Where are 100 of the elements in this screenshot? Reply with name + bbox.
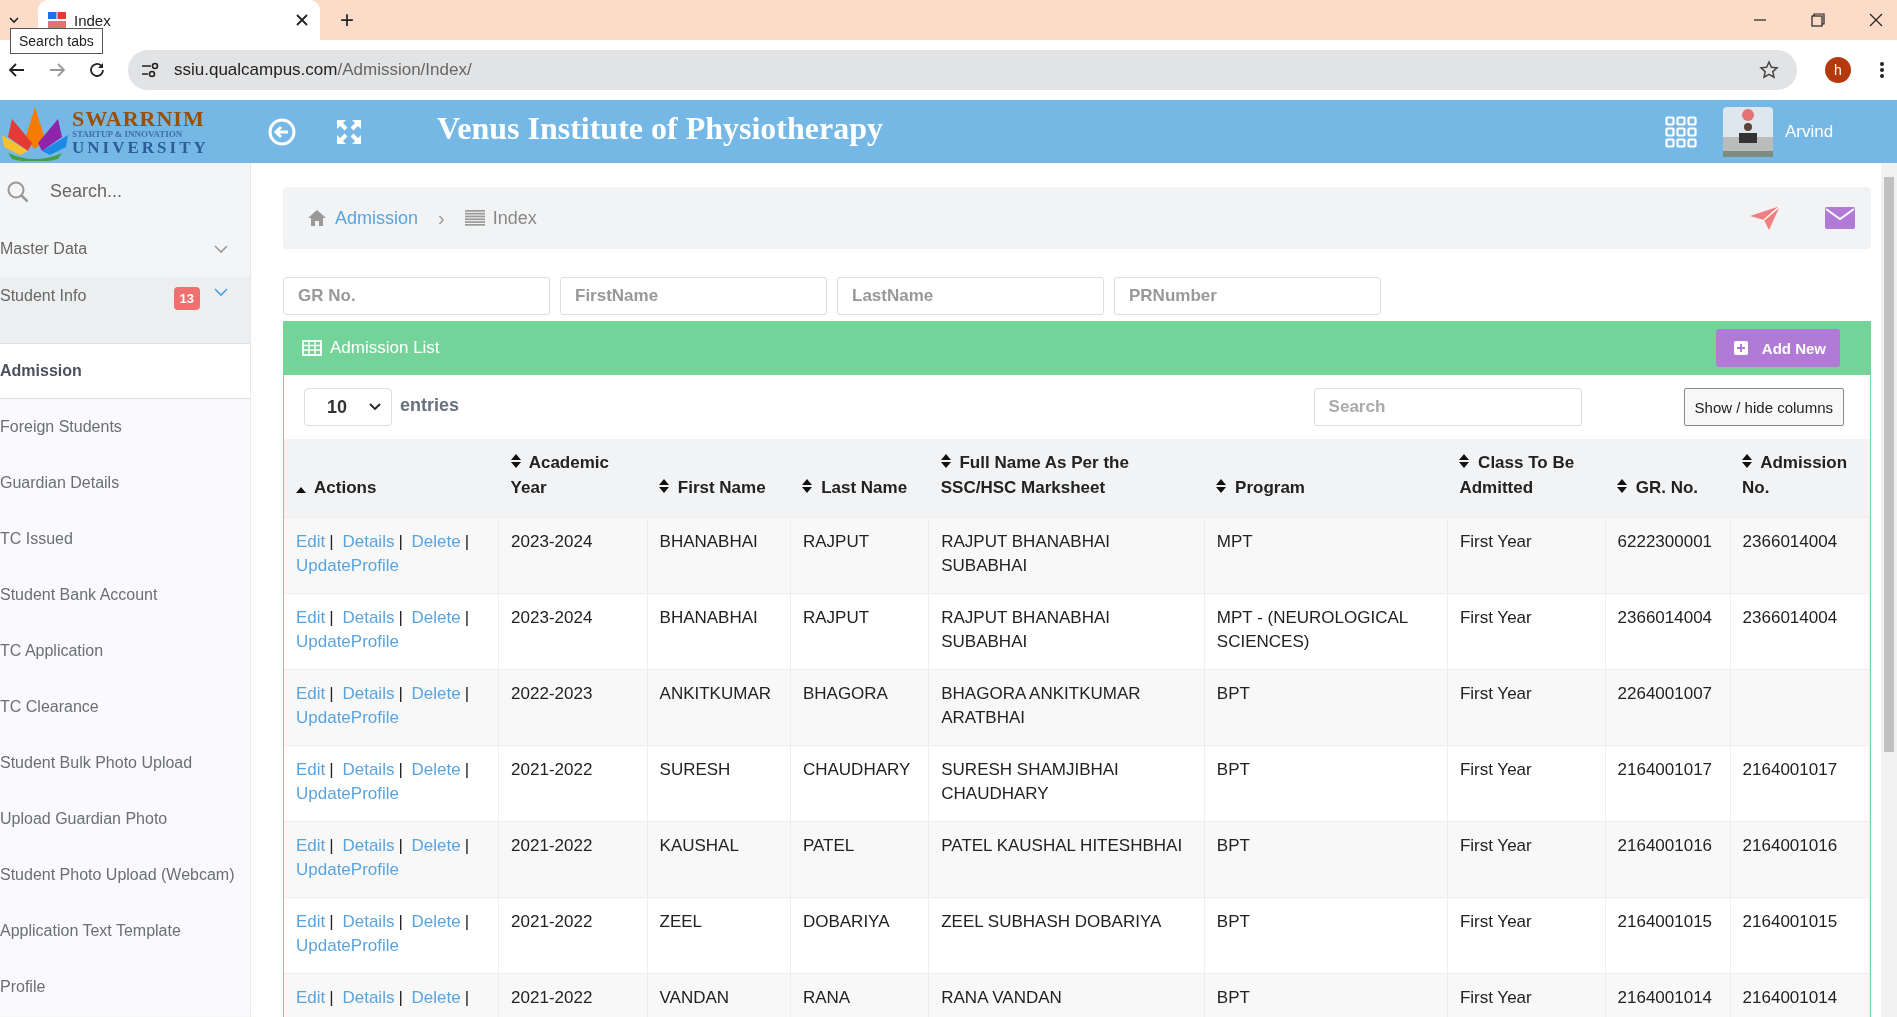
sidebar-item[interactable]: Upload Guardian Photo <box>0 791 250 847</box>
sidebar-item[interactable]: Application Text Template <box>0 903 250 959</box>
link-separator: | <box>329 607 334 627</box>
action-link[interactable]: UpdateProfile <box>296 556 399 576</box>
column-header[interactable]: Last Name <box>790 439 929 517</box>
column-header[interactable]: Program <box>1204 439 1448 517</box>
sidebar-group[interactable]: Student Info 13 <box>0 277 250 344</box>
breadcrumb-link[interactable]: Admission <box>335 207 419 229</box>
action-link[interactable]: Edit <box>296 987 326 1007</box>
bookmark-star-icon[interactable] <box>1759 60 1779 80</box>
table-cell: RAJPUT <box>802 531 870 551</box>
table-cell: 2264001007 <box>1617 683 1713 703</box>
action-link[interactable]: Details <box>342 759 395 779</box>
link-separator: | <box>329 835 334 855</box>
table-cell: 2022-2023 <box>511 683 593 703</box>
favicon-icon <box>48 12 66 28</box>
close-icon[interactable] <box>296 14 308 26</box>
reload-icon[interactable] <box>88 61 106 79</box>
add-new-button[interactable]: Add New <box>1715 329 1840 367</box>
panel-title: Admission List <box>330 338 440 358</box>
column-header[interactable]: Class To Be Admitted <box>1447 439 1605 517</box>
table-cell: 2164001015 <box>1742 911 1838 931</box>
sidebar-item[interactable]: Student Photo Upload (Webcam) <box>0 847 250 903</box>
site-settings-icon[interactable] <box>140 61 160 79</box>
column-header[interactable]: Actions <box>284 439 499 517</box>
search-icon <box>6 179 30 204</box>
action-link[interactable]: Edit <box>296 607 326 627</box>
column-header[interactable]: First Name <box>647 439 791 517</box>
action-link[interactable]: Delete <box>411 683 461 703</box>
action-link[interactable]: UpdateProfile <box>296 784 399 804</box>
sidebar-item[interactable]: TC Issued <box>0 511 250 567</box>
entries-label: entries <box>400 394 460 416</box>
sidebar-item[interactable]: Student Bulk Photo Upload <box>0 735 250 791</box>
action-link[interactable]: Delete <box>411 531 461 551</box>
table-cell: RAJPUT BHANABHAI SUBABHAI <box>941 607 1110 652</box>
table-cell: PATEL KAUSHAL HITESHBHAI <box>941 835 1183 855</box>
action-link[interactable]: Delete <box>411 607 461 627</box>
action-link[interactable]: Edit <box>296 911 326 931</box>
chevron-down-icon <box>8 14 20 26</box>
action-link[interactable]: Details <box>342 911 395 931</box>
table-cell: First Year <box>1459 759 1532 779</box>
table-cell: First Year <box>1459 607 1532 627</box>
action-link[interactable]: UpdateProfile <box>296 632 399 652</box>
table-cell: BPT <box>1216 683 1250 703</box>
action-link[interactable]: Details <box>342 835 395 855</box>
count-badge: 13 <box>173 287 200 310</box>
close-icon[interactable] <box>1869 13 1883 27</box>
new-tab-button[interactable]: + <box>340 6 354 34</box>
sidebar-search-field[interactable]: Search... <box>48 180 232 203</box>
mail-icon[interactable] <box>1825 207 1855 229</box>
column-header[interactable]: Full Name As Per the SSC/HSC Marksheet <box>928 439 1205 517</box>
action-link[interactable]: Delete <box>411 835 461 855</box>
action-link[interactable]: UpdateProfile <box>296 936 399 956</box>
menu-icon[interactable] <box>1879 61 1885 79</box>
sidebar-item[interactable]: Student Bank Account <box>0 567 250 623</box>
sidebar-item[interactable]: Profile <box>0 959 250 1015</box>
address-bar[interactable]: ssiu.qualcampus.com/Admission/Index/ <box>128 50 1797 90</box>
profile-avatar[interactable]: h <box>1825 57 1851 83</box>
restore-icon[interactable] <box>1811 13 1825 27</box>
filter-field[interactable]: PRNumber <box>1114 277 1381 315</box>
link-separator: | <box>398 911 403 931</box>
scrollbar[interactable] <box>1881 163 1897 1017</box>
table-cell: KAUSHAL <box>659 835 739 855</box>
action-link[interactable]: UpdateProfile <box>296 860 399 880</box>
sidebar-item[interactable]: Admission <box>0 344 250 399</box>
action-link[interactable]: Details <box>342 607 395 627</box>
table-cell: 2021-2022 <box>511 911 593 931</box>
table-cell: 2164001017 <box>1742 759 1838 779</box>
user-name[interactable]: Arvind <box>1785 121 1845 142</box>
show-hide-columns-button[interactable]: Show / hide columns <box>1683 388 1844 426</box>
link-separator: | <box>398 759 403 779</box>
action-link[interactable]: Details <box>342 987 395 1007</box>
action-link[interactable]: Edit <box>296 759 326 779</box>
table-cell: ANKITKUMAR <box>659 683 771 703</box>
action-link[interactable]: Delete <box>411 911 461 931</box>
filter-field[interactable]: LastName <box>837 277 1104 315</box>
action-link[interactable]: Edit <box>296 531 326 551</box>
sidebar-item[interactable]: TC Application <box>0 623 250 679</box>
filter-field[interactable]: GR No. <box>283 277 550 315</box>
action-link[interactable]: Edit <box>296 835 326 855</box>
column-header[interactable]: GR. No. <box>1605 439 1731 517</box>
sidebar-item[interactable]: Foreign Students <box>0 399 250 455</box>
action-link[interactable]: Details <box>342 683 395 703</box>
sidebar-item[interactable]: Guardian Details <box>0 455 250 511</box>
page-size-select[interactable]: 10 <box>304 388 392 426</box>
filter-field[interactable]: FirstName <box>560 277 827 315</box>
forward-icon[interactable] <box>48 61 66 79</box>
sidebar-item[interactable]: TC Clearance <box>0 679 250 735</box>
table-cell: BPT <box>1216 987 1250 1007</box>
table-cell: First Year <box>1459 835 1532 855</box>
logo-text: STARTUP & INNOVATION <box>72 129 184 139</box>
action-link[interactable]: Delete <box>411 987 461 1007</box>
action-link[interactable]: Edit <box>296 683 326 703</box>
back-icon[interactable] <box>8 61 26 79</box>
action-link[interactable]: Delete <box>411 759 461 779</box>
action-link[interactable]: UpdateProfile <box>296 708 399 728</box>
column-header[interactable]: Academic Year <box>498 439 648 517</box>
table-search-field[interactable]: Search <box>1313 388 1582 426</box>
column-header[interactable]: Admission No. <box>1730 439 1870 517</box>
action-link[interactable]: Details <box>342 531 395 551</box>
